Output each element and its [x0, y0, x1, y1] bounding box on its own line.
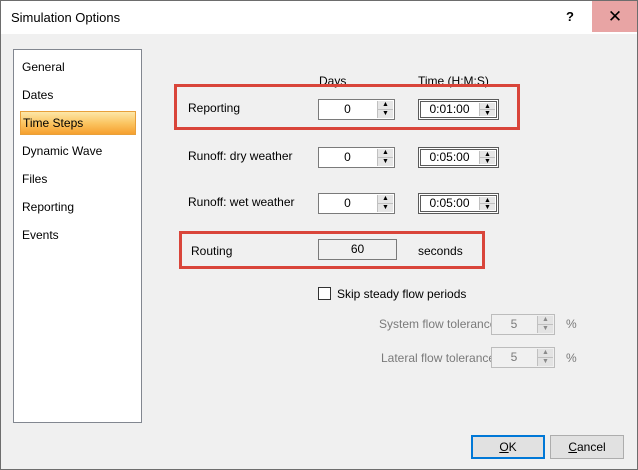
sidebar-item-files[interactable]: Files	[20, 167, 136, 191]
sidebar-item-general[interactable]: General	[20, 55, 136, 79]
spinner-buttons: ▲ ▼	[377, 195, 393, 212]
spin-down-icon[interactable]: ▼	[378, 109, 393, 118]
lateral-flow-tolerance-spinner[interactable]: 5 ▲ ▼	[491, 347, 555, 368]
reporting-label: Reporting	[188, 101, 241, 115]
lateral-flow-tolerance-label: Lateral flow tolerance	[381, 351, 496, 365]
spin-up-icon[interactable]: ▲	[378, 101, 393, 110]
system-flow-tolerance-value[interactable]: 5	[492, 315, 536, 334]
title-bar: Simulation Options ? ✕	[1, 1, 637, 34]
system-flow-tolerance-label: System flow tolerance	[379, 317, 497, 331]
window-title: Simulation Options	[11, 10, 121, 25]
spin-up-icon[interactable]: ▲	[378, 195, 393, 204]
spin-down-icon[interactable]: ▼	[538, 357, 553, 366]
skip-steady-flow-label: Skip steady flow periods	[337, 287, 467, 301]
simulation-options-dialog: Simulation Options ? ✕ General Dates Tim…	[0, 0, 638, 470]
routing-unit-label: seconds	[418, 244, 463, 258]
spinner-buttons: ▲ ▼	[377, 149, 393, 166]
system-flow-tolerance-unit: %	[566, 317, 577, 331]
reporting-time-value[interactable]: 0:01:00	[421, 102, 478, 117]
routing-label: Routing	[191, 244, 233, 258]
runoff-wet-time-value[interactable]: 0:05:00	[421, 196, 478, 211]
ok-accelerator: O	[499, 440, 509, 454]
ok-button[interactable]: OK	[471, 435, 545, 459]
reporting-days-spinner[interactable]: 0 ▲ ▼	[318, 99, 395, 120]
spin-up-icon[interactable]: ▲	[538, 316, 553, 325]
ok-label-rest: K	[508, 440, 517, 454]
reporting-days-value[interactable]: 0	[319, 100, 376, 119]
spinner-buttons: ▲ ▼	[479, 103, 495, 117]
runoff-dry-days-spinner[interactable]: 0 ▲ ▼	[318, 147, 395, 168]
system-flow-tolerance-spinner[interactable]: 5 ▲ ▼	[491, 314, 555, 335]
cancel-label-rest: ancel	[576, 440, 606, 454]
sidebar-item-dynamic-wave[interactable]: Dynamic Wave	[20, 139, 136, 163]
sidebar-item-time-steps[interactable]: Time Steps	[20, 111, 136, 135]
runoff-dry-time-spinner[interactable]: 0:05:00 ▲ ▼	[418, 147, 499, 168]
cancel-accelerator: C	[568, 440, 577, 454]
runoff-wet-days-spinner[interactable]: 0 ▲ ▼	[318, 193, 395, 214]
spin-down-icon[interactable]: ▼	[538, 324, 553, 333]
runoff-wet-time-spinner[interactable]: 0:05:00 ▲ ▼	[418, 193, 499, 214]
help-button[interactable]: ?	[547, 1, 593, 32]
spinner-buttons: ▲ ▼	[537, 349, 553, 366]
spinner-buttons: ▲ ▼	[479, 197, 495, 211]
sidebar-item-dates[interactable]: Dates	[20, 83, 136, 107]
spin-up-icon[interactable]: ▲	[538, 349, 553, 358]
runoff-dry-label: Runoff: dry weather	[188, 149, 293, 163]
close-button[interactable]: ✕	[592, 1, 637, 32]
spin-down-icon[interactable]: ▼	[480, 157, 495, 165]
runoff-wet-label: Runoff: wet weather	[188, 195, 295, 209]
reporting-time-spinner[interactable]: 0:01:00 ▲ ▼	[418, 99, 499, 120]
spin-down-icon[interactable]: ▼	[480, 203, 495, 211]
runoff-wet-days-value[interactable]: 0	[319, 194, 376, 213]
spin-down-icon[interactable]: ▼	[378, 157, 393, 166]
spin-down-icon[interactable]: ▼	[480, 109, 495, 117]
options-category-list: General Dates Time Steps Dynamic Wave Fi…	[13, 49, 142, 423]
spinner-buttons: ▲ ▼	[537, 316, 553, 333]
lateral-flow-tolerance-value[interactable]: 5	[492, 348, 536, 367]
spin-up-icon[interactable]: ▲	[378, 149, 393, 158]
lateral-flow-tolerance-unit: %	[566, 351, 577, 365]
spinner-buttons: ▲ ▼	[479, 151, 495, 165]
runoff-dry-days-value[interactable]: 0	[319, 148, 376, 167]
skip-steady-flow-checkbox[interactable]	[318, 287, 331, 300]
runoff-dry-time-value[interactable]: 0:05:00	[421, 150, 478, 165]
sidebar-item-reporting[interactable]: Reporting	[20, 195, 136, 219]
routing-step-input[interactable]: 60	[318, 239, 397, 260]
cancel-button[interactable]: Cancel	[550, 435, 624, 459]
spin-down-icon[interactable]: ▼	[378, 203, 393, 212]
spinner-buttons: ▲ ▼	[377, 101, 393, 118]
sidebar-item-events[interactable]: Events	[20, 223, 136, 247]
